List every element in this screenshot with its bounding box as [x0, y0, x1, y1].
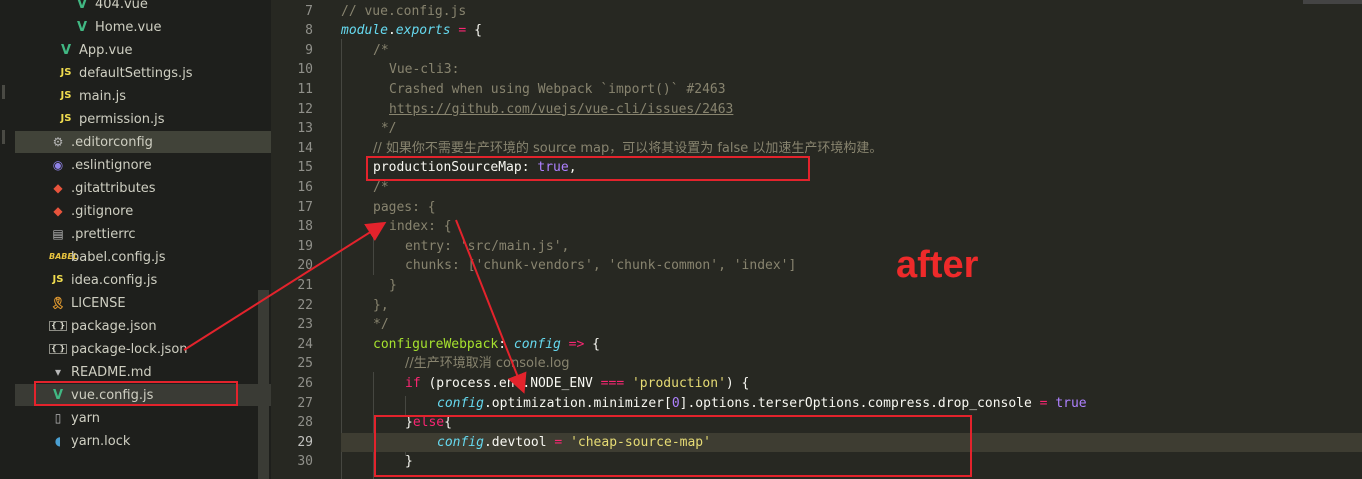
arrow-to-if-block: [455, 219, 527, 394]
after-label: after: [896, 244, 979, 286]
annotation-arrows: [183, 219, 527, 394]
editor-window: V 404.vue V Home.vue V App.vue JS defaultSettin…: [0, 0, 1362, 479]
arrow-to-pages: [183, 221, 387, 351]
